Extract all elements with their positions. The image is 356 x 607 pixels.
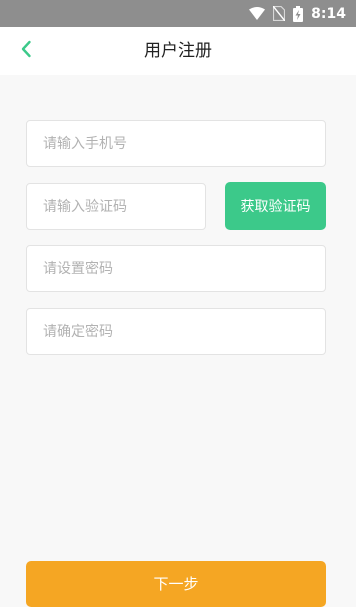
status-bar: 8:14 bbox=[0, 0, 356, 27]
code-field-box bbox=[26, 183, 206, 230]
password-field-box bbox=[26, 245, 326, 292]
status-time: 8:14 bbox=[311, 5, 346, 22]
battery-icon bbox=[293, 5, 304, 22]
wifi-icon bbox=[249, 7, 266, 20]
header-bar: 用户注册 bbox=[0, 27, 356, 75]
phone-input[interactable] bbox=[27, 121, 325, 166]
confirm-password-field-box bbox=[26, 308, 326, 355]
get-code-button[interactable]: 获取验证码 bbox=[225, 182, 326, 230]
password-input[interactable] bbox=[27, 246, 325, 291]
confirm-password-input[interactable] bbox=[27, 309, 325, 354]
status-icons: 8:14 bbox=[249, 0, 346, 27]
no-sim-icon bbox=[273, 6, 286, 21]
page-title: 用户注册 bbox=[144, 41, 212, 61]
verification-code-input[interactable] bbox=[27, 184, 205, 229]
next-button[interactable]: 下一步 bbox=[26, 561, 326, 607]
phone-field-box bbox=[26, 120, 326, 167]
